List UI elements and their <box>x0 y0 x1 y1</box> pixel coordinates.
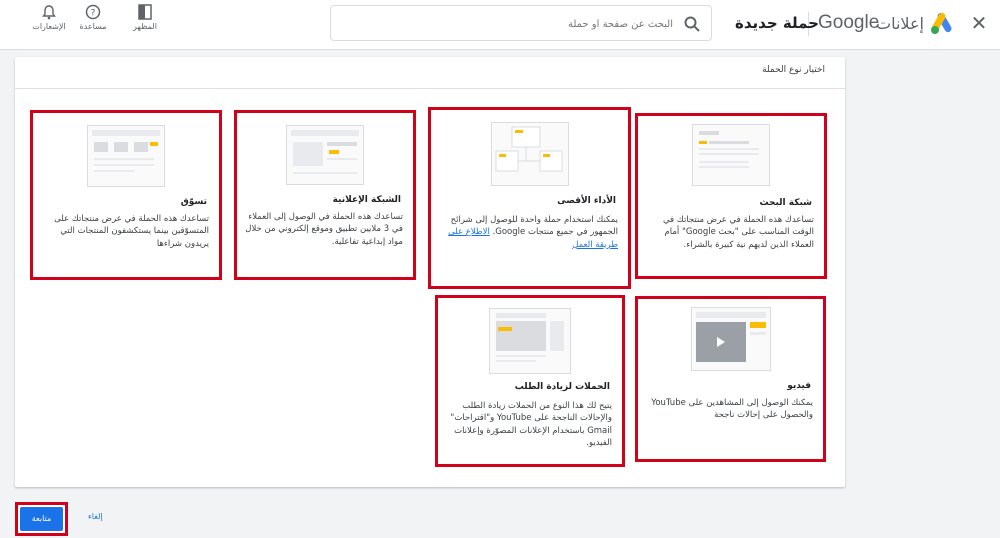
page-title: حملة جديدة <box>735 14 819 32</box>
continue-highlight: متابعة <box>15 502 68 536</box>
performance-max-thumbnail <box>490 122 569 186</box>
card-search-title: شبكة البحث <box>759 198 812 208</box>
appearance-button[interactable]: المظهر <box>125 4 165 31</box>
shopping-thumbnail <box>87 125 165 187</box>
cancel-button[interactable]: إلغاء <box>88 512 103 521</box>
display-thumbnail <box>286 125 364 185</box>
card-shopping[interactable]: تسوّق تساعدك هذه الحملة في عرض منتجاتك ع… <box>30 110 222 280</box>
card-display-title: الشبكة الإعلانية <box>332 195 401 205</box>
card-video-desc: يمكنك الوصول إلى المشاهدين على YouTube و… <box>651 398 813 421</box>
search-input[interactable] <box>343 14 673 34</box>
search-thumbnail <box>692 124 770 186</box>
card-shopping-desc: تساعدك هذه الحملة في عرض منتجاتك على الم… <box>54 214 209 249</box>
card-video[interactable]: فيديو يمكنك الوصول إلى المشاهدين على You… <box>635 296 826 462</box>
card-video-title: فيديو <box>787 381 811 391</box>
help-icon: ? <box>85 4 101 20</box>
panel-divider <box>15 88 845 89</box>
panel-title: اختيار نوع الحملة <box>762 65 825 75</box>
top-app-bar: ✕ إعلانات Google حملة جديدة المظهر ? مسا… <box>0 0 1000 50</box>
appearance-icon <box>138 4 152 20</box>
search-box[interactable] <box>330 5 712 41</box>
card-demand-gen[interactable]: الحملات لزيادة الطلب يتيح لك هذا النوع م… <box>435 295 625 467</box>
card-search-desc: تساعدك هذه الحملة في عرض منتجاتك في الوق… <box>662 215 814 250</box>
card-performance-max[interactable]: الأداء الأقصى يمكنك استخدام حملة واحدة ل… <box>428 107 631 289</box>
bell-icon <box>42 5 56 20</box>
card-demand-gen-title: الحملات لزيادة الطلب <box>514 382 610 392</box>
google-ads-logo <box>931 12 952 34</box>
video-thumbnail <box>690 307 771 371</box>
campaign-type-panel: اختيار نوع الحملة شبكة البحث تساعدك هذه … <box>15 57 845 487</box>
close-icon[interactable]: ✕ <box>968 12 990 34</box>
svg-text:?: ? <box>91 9 96 19</box>
card-display[interactable]: الشبكة الإعلانية تساعدك هذه الحملة في ال… <box>234 110 416 280</box>
help-button[interactable]: ? مساعدة <box>73 4 113 31</box>
card-display-desc: تساعدك هذه الحملة في الوصول إلى العملاء … <box>245 212 403 247</box>
brand-product: إعلانات <box>876 14 924 33</box>
card-demand-gen-desc: يتيح لك هذا النوع من الحملات زيادة الطلب… <box>450 401 612 448</box>
card-performance-max-desc: يمكنك استخدام حملة واحدة للوصول إلى شرائ… <box>439 214 618 251</box>
notifications-button[interactable]: الإشعارات <box>29 4 69 31</box>
card-search[interactable]: شبكة البحث تساعدك هذه الحملة في عرض منتج… <box>635 113 827 279</box>
appearance-label: المظهر <box>133 22 157 31</box>
brand-google: Google <box>818 12 880 33</box>
search-icon[interactable] <box>683 15 701 33</box>
continue-button[interactable]: متابعة <box>20 507 63 531</box>
card-shopping-title: تسوّق <box>180 197 207 207</box>
notifications-label: الإشعارات <box>32 22 66 31</box>
help-label: مساعدة <box>79 22 107 31</box>
card-performance-max-title: الأداء الأقصى <box>557 196 616 206</box>
demand-gen-thumbnail <box>489 308 571 374</box>
